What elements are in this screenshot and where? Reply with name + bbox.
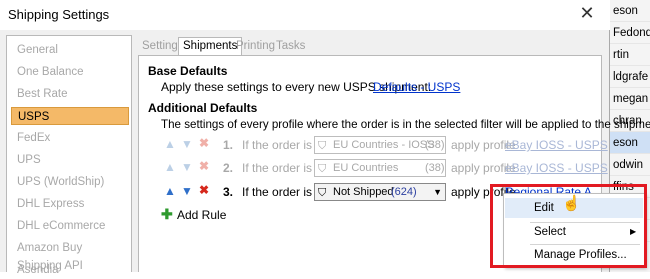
profile-link[interactable]: eBay IOSS - USPS [505, 161, 608, 175]
tab-tasks[interactable]: Tasks [276, 38, 305, 54]
sidebar-item-asendia[interactable]: Asendia [11, 261, 129, 279]
window-title: Shipping Settings [8, 7, 110, 22]
close-icon[interactable]: ✕ [574, 3, 600, 23]
filter-count: (38) [425, 162, 445, 174]
filter-name: EU Countries [333, 162, 399, 174]
move-up-icon[interactable]: ▲ [164, 160, 176, 174]
list-item: eson [610, 132, 650, 154]
additional-defaults-text: The settings of every profile where the … [161, 118, 650, 131]
filter-select[interactable]: ⛉ EU Countries - IOSS (38) [314, 136, 446, 154]
chevron-down-icon[interactable]: ▼ [433, 184, 442, 200]
hand-cursor-icon: ☝ [562, 195, 581, 212]
sidebar-item-usps[interactable]: USPS [11, 107, 129, 125]
sidebar-item-best-rate[interactable]: Best Rate [11, 85, 129, 103]
carrier-sidebar: General One Balance Best Rate USPS FedEx… [6, 35, 132, 276]
list-item: megan [610, 88, 650, 110]
delete-icon[interactable]: ✖ [199, 136, 209, 150]
filter-count: (38) [425, 139, 445, 151]
filter-icon: ⛉ [318, 187, 327, 199]
rule-prefix: If the order is in [242, 185, 325, 199]
sidebar-item-dhl-ecommerce[interactable]: DHL eCommerce [11, 217, 129, 235]
list-item: ldgrafe [610, 66, 650, 88]
move-up-icon[interactable]: ▲ [164, 137, 176, 151]
rule-number: 2. [223, 161, 234, 175]
delete-icon[interactable]: ✖ [199, 183, 209, 197]
filter-icon: ⛉ [318, 140, 327, 152]
profile-link[interactable]: eBay IOSS - USPS [505, 138, 608, 152]
rule-number: 3. [223, 185, 234, 199]
rule-prefix: If the order is in [242, 161, 325, 175]
sidebar-item-amazon-buy-shipping[interactable]: Amazon Buy Shipping API [11, 239, 129, 272]
list-item: eson [610, 0, 650, 22]
filter-icon: ⛉ [318, 163, 327, 175]
title-bar: Shipping Settings ✕ [0, 0, 610, 30]
rule-number: 1. [223, 138, 234, 152]
additional-defaults-heading: Additional Defaults [148, 101, 258, 115]
plus-icon[interactable]: ✚ [161, 207, 173, 221]
list-item: Fedondo [610, 22, 650, 44]
rule-prefix: If the order is in [242, 138, 325, 152]
tab-printing[interactable]: Printing [236, 38, 275, 54]
sidebar-item-general[interactable]: General [11, 41, 129, 59]
filter-name: Not Shipped [333, 186, 394, 198]
sidebar-item-ups-worldship[interactable]: UPS (WorldShip) [11, 173, 129, 191]
list-item: odwin [610, 154, 650, 176]
move-up-icon[interactable]: ▲ [164, 184, 176, 198]
base-defaults-heading: Base Defaults [148, 64, 228, 78]
filter-select[interactable]: ⛉ Not Shipped (624) ▼ [314, 183, 446, 201]
delete-icon[interactable]: ✖ [199, 159, 209, 173]
sidebar-item-dhl-express[interactable]: DHL Express [11, 195, 129, 213]
move-down-icon[interactable]: ▼ [181, 184, 193, 198]
base-profile-link[interactable]: Defaults - USPS [373, 80, 460, 94]
filter-name: EU Countries - IOSS [333, 139, 435, 151]
move-down-icon[interactable]: ▼ [181, 160, 193, 174]
move-down-icon[interactable]: ▼ [181, 137, 193, 151]
filter-count: (624) [391, 186, 417, 198]
sidebar-item-fedex[interactable]: FedEx [11, 129, 129, 147]
add-rule-button[interactable]: Add Rule [177, 208, 226, 222]
tab-shipments[interactable]: Shipments [178, 37, 243, 56]
sidebar-item-ups[interactable]: UPS [11, 151, 129, 169]
list-item: rtin [610, 44, 650, 66]
sidebar-item-one-balance[interactable]: One Balance [11, 63, 129, 81]
filter-select[interactable]: ⛉ EU Countries (38) [314, 159, 446, 177]
